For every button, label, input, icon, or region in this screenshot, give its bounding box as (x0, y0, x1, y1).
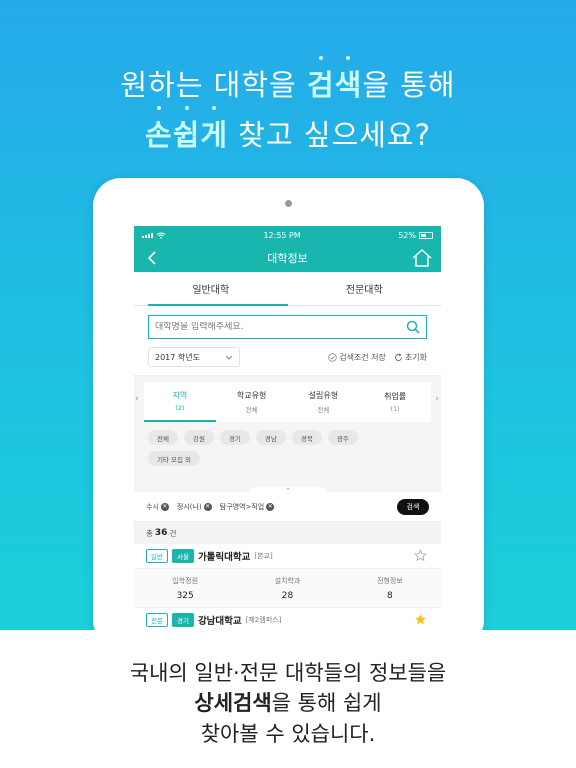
camera-icon (285, 200, 292, 207)
search-icon[interactable] (406, 320, 420, 334)
page-title: 대학정보 (267, 252, 308, 265)
nav-bar: 대학정보 (134, 244, 441, 272)
search-button[interactable]: 검색 (397, 498, 429, 515)
region-chip[interactable]: 경북 (291, 430, 322, 445)
university-name: 가톨릭대학교 (197, 552, 251, 563)
chevron-left-icon[interactable]: ‹ (135, 394, 139, 404)
hero-banner: 원하는 대학을 검색을 통해 손쉽게 찾고 싶으세요? 12:55 PM 52%… (0, 0, 576, 630)
remove-icon[interactable]: ✕ (203, 502, 212, 511)
emphasis-dots (307, 56, 362, 60)
caption-line-1: 국내의 일반·전문 대학들의 정보들을 (129, 661, 447, 685)
tab-general-university[interactable]: 일반대학 (134, 272, 288, 306)
app-screen: 12:55 PM 52% 대학정보 일반대학 전문대학 대학명을 입력해주세요.… (134, 226, 441, 630)
star-outline-icon[interactable] (414, 549, 427, 562)
home-icon[interactable] (411, 247, 433, 269)
save-conditions-button[interactable]: 검색조건 저장 (328, 352, 386, 363)
chevron-right-icon[interactable]: › (435, 394, 439, 404)
type-badge: 전문 (146, 613, 168, 627)
category-region[interactable]: 지역 (2) (144, 382, 216, 422)
region-chip[interactable]: 기타 모집 외 (148, 451, 201, 466)
category-panel: ‹ › 지역 (2) 학교유형 전체 설립유형 전체 취업률 (1) 전체 강원 경기 … (134, 375, 441, 497)
check-circle-icon (328, 352, 337, 362)
chevron-down-icon (225, 355, 233, 360)
caption-line-3: 찾아볼 수 있습니다. (200, 722, 376, 746)
search-box (148, 315, 427, 339)
chevron-left-icon[interactable] (144, 249, 162, 267)
university-stats: 입학정원 325 설치학과 28 전형정보 8 (134, 568, 441, 608)
emphasis-dots (145, 106, 228, 110)
result-count: 총 36 건 (134, 522, 441, 544)
type-badge: 일반 (146, 549, 168, 563)
headline-highlight-search: 검색 (307, 56, 362, 102)
status-time: 12:55 PM (263, 230, 301, 240)
selected-filter[interactable]: 수시 ✕ (146, 502, 169, 512)
chevron-up-icon: ⌃ (285, 487, 291, 495)
caption-line-2: 상세검색을 통해 쉽게 (194, 691, 382, 715)
region-chip[interactable]: 광주 (327, 430, 358, 445)
region-chip[interactable]: 전체 (148, 430, 178, 445)
list-item[interactable]: 일반 서울 가톨릭대학교 [본교] 입학정원 325 설치학과 28 전형정보 8 (134, 544, 441, 608)
search-input[interactable] (155, 322, 406, 332)
headline-text: 을 통해 (362, 68, 456, 102)
remove-icon[interactable]: ✕ (266, 502, 275, 511)
region-chip[interactable]: 경기 (219, 430, 250, 445)
tablet-frame: 12:55 PM 52% 대학정보 일반대학 전문대학 대학명을 입력해주세요.… (93, 178, 484, 630)
reset-button[interactable]: 초기화 (394, 352, 427, 363)
campus-label: [본교] (254, 552, 273, 560)
headline-line-1: 원하는 대학을 검색을 통해 (0, 56, 576, 104)
year-select[interactable]: 2017 학년도 (148, 347, 240, 367)
category-establishment-type[interactable]: 설립유형 전체 (288, 382, 360, 422)
remove-icon[interactable]: ✕ (160, 502, 169, 511)
stat-admission-info: 전형정보 8 (376, 576, 403, 601)
battery-percent: 52% (398, 230, 416, 240)
university-name: 강남대학교 (197, 616, 242, 627)
stat-admission-quota: 입학정원 325 (172, 576, 199, 601)
category-school-type[interactable]: 학교유형 전체 (216, 382, 288, 422)
headline-line-2: 손쉽게 찾고 싶으세요? (0, 106, 576, 154)
region-badge: 경기 (171, 613, 194, 627)
selected-filter[interactable]: 정시(나) ✕ (177, 502, 212, 512)
category-employment-rate[interactable]: 취업률 (1) (359, 382, 431, 422)
battery-icon (418, 231, 433, 239)
status-bar: 12:55 PM 52% (134, 226, 441, 244)
selected-filter[interactable]: 탐구영역>직업 ✕ (220, 502, 275, 512)
star-filled-icon[interactable] (414, 613, 427, 626)
campus-label: [제2캠퍼스] (245, 616, 282, 624)
signal-icon (142, 232, 153, 238)
caption: 국내의 일반·전문 대학들의 정보들을 상세검색을 통해 쉽게 찾아볼 수 있습… (0, 630, 576, 768)
wifi-icon (156, 232, 166, 239)
category-tabs: 지역 (2) 학교유형 전체 설립유형 전체 취업률 (1) (144, 382, 431, 422)
tab-junior-college[interactable]: 전문대학 (288, 272, 442, 305)
list-item[interactable]: 전문 경기 강남대학교 [제2캠퍼스] (134, 608, 441, 630)
headline-text: 원하는 대학을 (120, 68, 307, 102)
refresh-icon (395, 352, 402, 361)
collapse-handle[interactable]: ⌃ (249, 487, 327, 497)
region-chip[interactable]: 경남 (255, 430, 286, 445)
headline-highlight-easy: 손쉽게 (145, 106, 228, 152)
region-badge: 서울 (171, 549, 194, 563)
headline-text: 찾고 싶으세요? (228, 118, 431, 152)
year-select-value: 2017 학년도 (155, 352, 200, 362)
region-chip[interactable]: 강원 (183, 430, 214, 445)
region-chips: 전체 강원 경기 경남 경북 광주 기타 모집 외 (134, 416, 374, 466)
stat-departments: 설치학과 28 (274, 576, 301, 601)
tab-bar: 일반대학 전문대학 (134, 272, 441, 306)
filter-row: 2017 학년도 검색조건 저장 초기화 (134, 339, 441, 375)
